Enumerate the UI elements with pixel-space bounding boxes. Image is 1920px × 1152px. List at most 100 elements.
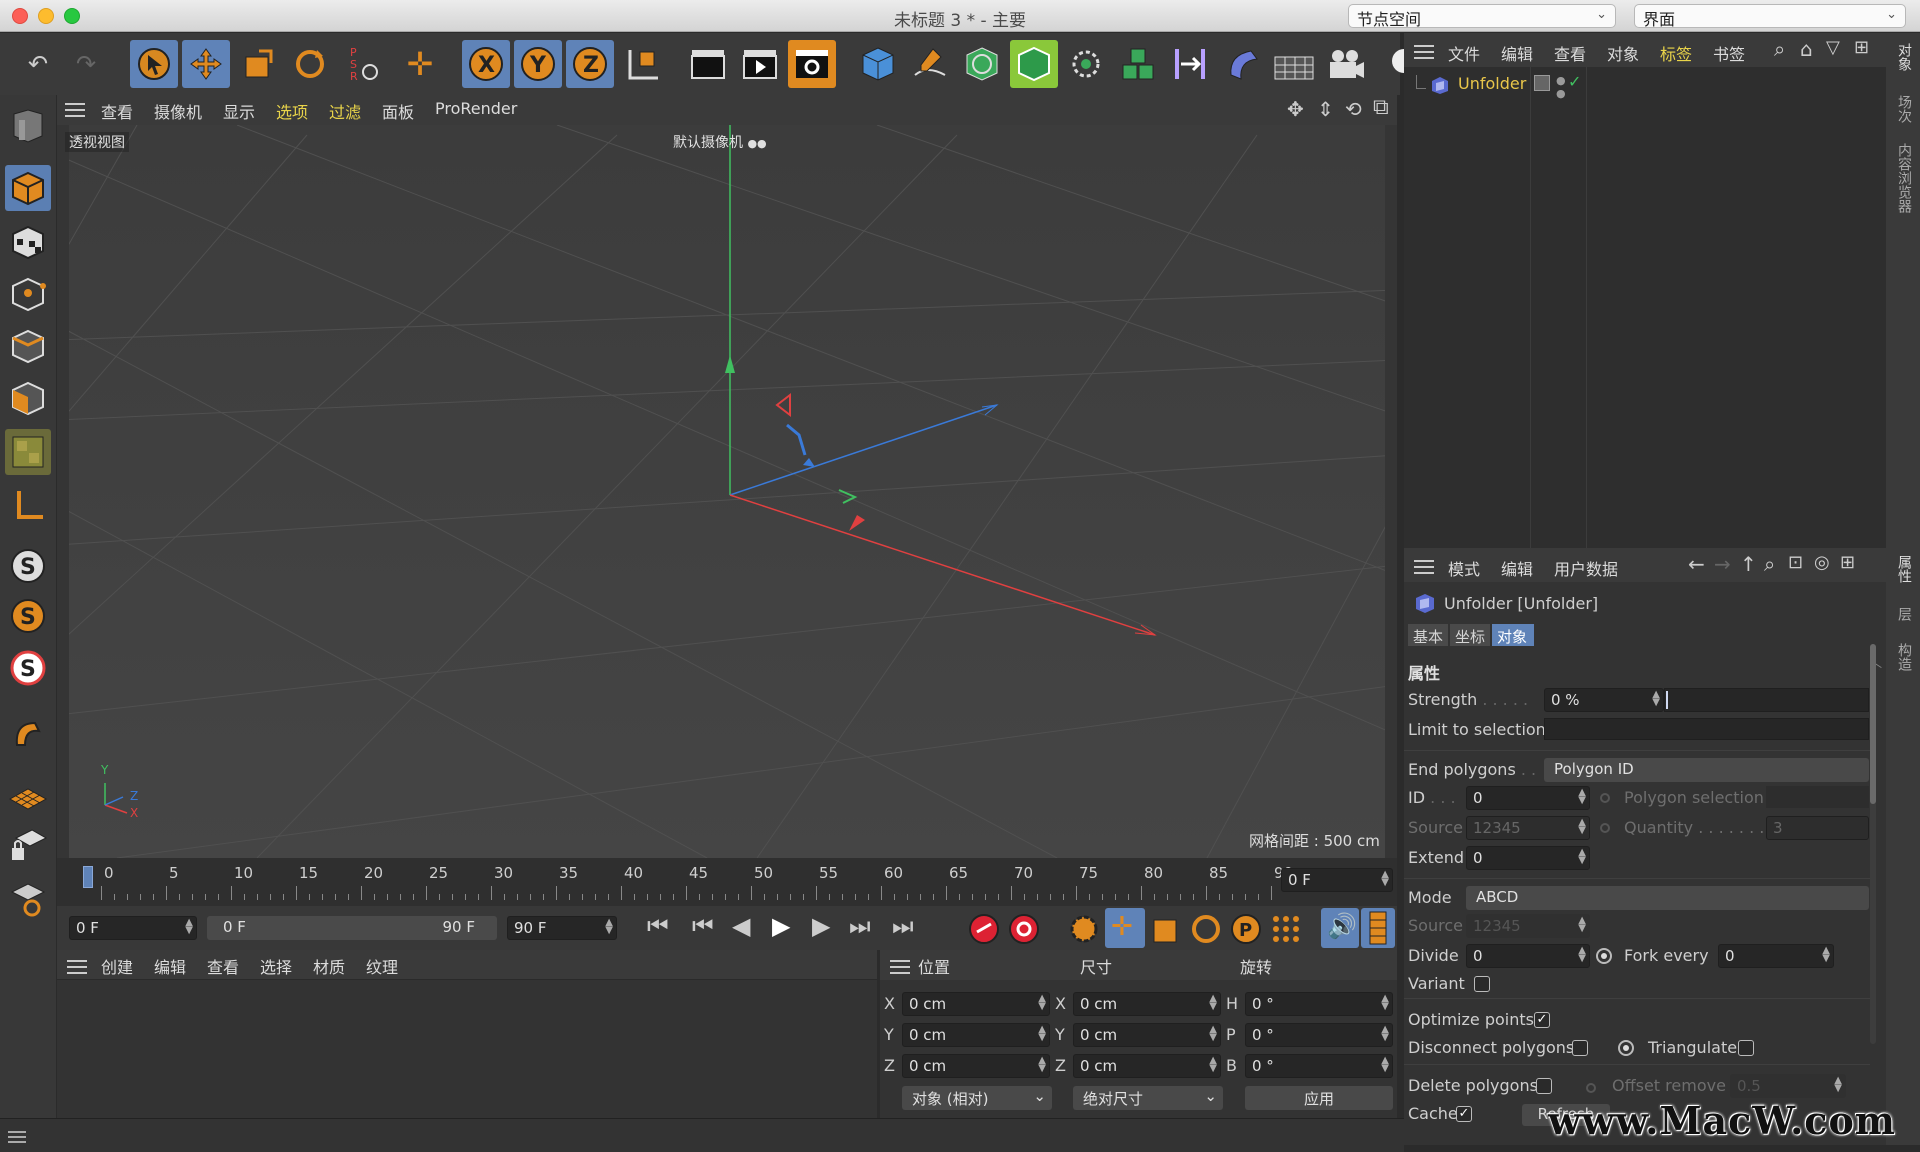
hamburger-icon[interactable]: [65, 103, 85, 117]
search-icon[interactable]: ⌕: [1774, 37, 1785, 61]
strength-slider-knob[interactable]: [1666, 691, 1668, 709]
coordinate-system-button[interactable]: [618, 40, 666, 88]
fork-every-radio[interactable]: [1596, 948, 1612, 964]
disconnect-polygons-checkbox[interactable]: [1572, 1040, 1588, 1056]
stepper-icon[interactable]: ▲ ▼: [1578, 946, 1586, 964]
render-settings-button[interactable]: [788, 40, 836, 88]
up-arrow-icon[interactable]: ↑: [1740, 552, 1757, 576]
back-arrow-icon[interactable]: ←: [1688, 552, 1705, 576]
render-view-button[interactable]: [684, 40, 732, 88]
pen-tool-button[interactable]: [906, 40, 954, 88]
polygon-selection-field[interactable]: [1766, 786, 1869, 808]
strength-field[interactable]: 0 % ▲ ▼: [1544, 688, 1664, 712]
psr-tool-button[interactable]: PSR: [340, 40, 388, 88]
pan-view-icon[interactable]: ✥: [1287, 97, 1304, 121]
orbit-view-icon[interactable]: ⟲: [1345, 97, 1362, 121]
tab-coord[interactable]: 坐标: [1450, 624, 1490, 646]
size-field[interactable]: 0 cm ▲ ▼: [1073, 992, 1221, 1016]
generator-button[interactable]: [1010, 40, 1058, 88]
menu-tags[interactable]: 标签: [1660, 41, 1692, 65]
object-row-unfolder[interactable]: Unfolder ● ● ✓: [1404, 71, 1886, 100]
keyframe-selection-icon[interactable]: [1067, 912, 1101, 946]
menu-select[interactable]: 选择: [260, 954, 292, 978]
previous-frame-icon[interactable]: ◀: [732, 912, 750, 940]
side-tab-objects[interactable]: 对象: [1894, 43, 1914, 71]
position-key-toggle[interactable]: ✛: [1105, 908, 1145, 948]
start-frame-field[interactable]: 0 F ▲ ▼: [69, 916, 197, 940]
stepper-icon[interactable]: ▲ ▼: [1038, 994, 1046, 1012]
film-toggle[interactable]: [1361, 908, 1395, 948]
axis-mode-button[interactable]: [5, 483, 51, 529]
camera-label[interactable]: 默认摄像机 ●●: [673, 132, 767, 152]
rotation-field[interactable]: 0 ° ▲ ▼: [1245, 992, 1393, 1016]
menu-panel[interactable]: 面板: [382, 99, 414, 123]
end-polygons-select[interactable]: Polygon ID: [1544, 758, 1869, 782]
forward-arrow-icon[interactable]: →: [1714, 552, 1731, 576]
extend-field[interactable]: 0 ▲ ▼: [1466, 846, 1590, 870]
menu-display[interactable]: 显示: [223, 99, 255, 123]
cache-checkbox[interactable]: ✓: [1456, 1106, 1472, 1122]
rotation-field[interactable]: 0 ° ▲ ▼: [1245, 1023, 1393, 1047]
coordinate-mode-select[interactable]: 对象 (相对) ⌄: [902, 1086, 1052, 1110]
hamburger-icon[interactable]: [890, 960, 910, 974]
snap-button[interactable]: S: [5, 543, 51, 589]
camera-object-button[interactable]: [1322, 40, 1370, 88]
menu-view[interactable]: 查看: [1554, 41, 1586, 65]
stepper-icon[interactable]: ▲ ▼: [1209, 994, 1217, 1012]
stepper-icon[interactable]: ▲ ▼: [1652, 690, 1660, 708]
menu-objects[interactable]: 对象: [1607, 41, 1639, 65]
stepper-icon[interactable]: ▲ ▼: [1038, 1025, 1046, 1043]
side-tab-takes[interactable]: 场次: [1894, 95, 1914, 123]
parameter-key-icon[interactable]: P: [1229, 912, 1263, 946]
tab-object[interactable]: 对象: [1492, 624, 1534, 646]
z-axis-lock-button[interactable]: Z: [566, 40, 614, 88]
side-tab-structure[interactable]: 构造: [1894, 643, 1914, 671]
menu-edit[interactable]: 编辑: [1501, 41, 1533, 65]
menu-texture[interactable]: 纹理: [366, 954, 398, 978]
size-field[interactable]: 0 cm ▲ ▼: [1073, 1054, 1221, 1078]
move-tool-button[interactable]: [182, 40, 230, 88]
stepper-icon[interactable]: ▲ ▼: [1209, 1025, 1217, 1043]
position-field[interactable]: 0 cm ▲ ▼: [902, 1023, 1050, 1047]
stepper-icon[interactable]: ▲ ▼: [1381, 870, 1389, 888]
menu-material[interactable]: 材质: [313, 954, 345, 978]
home-icon[interactable]: ⌂: [1800, 37, 1813, 61]
menu-file[interactable]: 文件: [1448, 41, 1480, 65]
menu-cameras[interactable]: 摄像机: [154, 99, 202, 123]
record-keys-icon[interactable]: [967, 912, 1001, 946]
stepper-icon[interactable]: ▲ ▼: [1381, 1025, 1389, 1043]
stepper-icon[interactable]: ▲ ▼: [1381, 1056, 1389, 1074]
scrollbar-thumb[interactable]: [1870, 644, 1876, 804]
preview-range-slider[interactable]: 0 F 90 F: [207, 916, 497, 940]
recent-tool-button[interactable]: ✛: [396, 40, 444, 88]
go-to-start-icon[interactable]: ⏮: [647, 912, 669, 940]
array-button[interactable]: [1114, 40, 1162, 88]
zoom-view-icon[interactable]: ⇕: [1317, 97, 1334, 121]
variant-checkbox[interactable]: [1474, 976, 1490, 992]
menu-view[interactable]: 查看: [207, 954, 239, 978]
end-frame-field[interactable]: 90 F ▲ ▼: [507, 916, 617, 940]
menu-user-data[interactable]: 用户数据: [1554, 556, 1618, 580]
stepper-icon[interactable]: ▲ ▼: [1578, 916, 1586, 934]
id-field[interactable]: 0 ▲ ▼: [1466, 786, 1590, 810]
offset-remove-field[interactable]: 0.5 ▲ ▼: [1730, 1074, 1846, 1098]
side-tab-layers[interactable]: 层: [1894, 607, 1914, 621]
quantity-radio[interactable]: [1600, 823, 1610, 833]
position-field[interactable]: 0 cm ▲ ▼: [902, 992, 1050, 1016]
stepper-icon[interactable]: ▲ ▼: [1038, 1056, 1046, 1074]
next-key-icon[interactable]: ⏭: [849, 912, 871, 940]
delete-polygons-checkbox[interactable]: [1536, 1078, 1552, 1094]
source2-field[interactable]: 12345 ▲ ▼: [1466, 914, 1590, 938]
tab-basic[interactable]: 基本: [1408, 624, 1448, 646]
stepper-icon[interactable]: ▲ ▼: [605, 918, 613, 936]
make-editable-button[interactable]: [5, 103, 51, 149]
menu-mode[interactable]: 模式: [1448, 556, 1480, 580]
quantity-field[interactable]: 3: [1766, 816, 1869, 840]
floor-object-button[interactable]: [1270, 40, 1318, 88]
next-frame-icon[interactable]: ▶: [812, 912, 830, 940]
hamburger-icon[interactable]: [67, 960, 87, 974]
stepper-icon[interactable]: ▲ ▼: [185, 918, 193, 936]
side-tab-attributes[interactable]: 属性: [1894, 555, 1914, 583]
point-level-icon[interactable]: [1269, 912, 1303, 946]
go-to-end-icon[interactable]: ⏭: [892, 912, 914, 940]
